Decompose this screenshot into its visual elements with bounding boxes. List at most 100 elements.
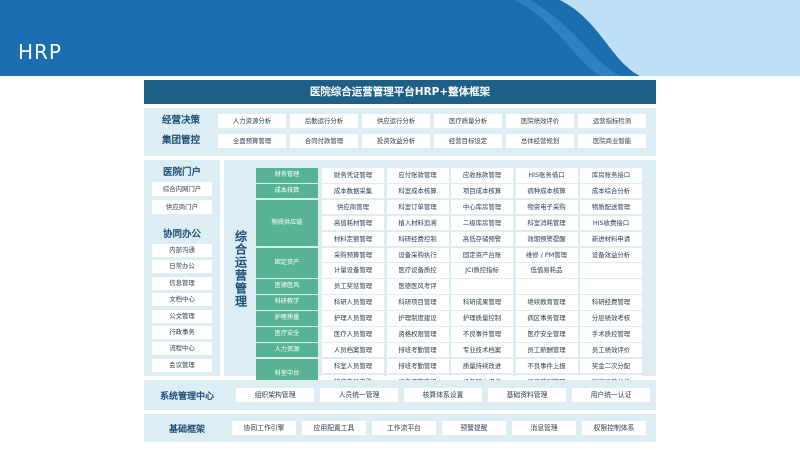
operations-item: 护理制度建设 bbox=[386, 311, 449, 326]
operations-item: 高值耗材管理 bbox=[322, 215, 384, 231]
base-item: 工作流平台 bbox=[372, 421, 436, 435]
office-item: 公文管理 bbox=[152, 309, 212, 323]
operations-item: 低值易耗品 bbox=[515, 263, 578, 278]
operations-item: 设备采购执行 bbox=[386, 247, 449, 262]
operations-item: 供应商管理 bbox=[322, 199, 384, 215]
operations-item: 计量设备管理 bbox=[322, 263, 384, 278]
operations-group-label: 护理质量 bbox=[256, 311, 318, 326]
operations-item: 财务凭证管理 bbox=[322, 168, 384, 183]
header-band: HRP bbox=[0, 0, 800, 76]
operations-item: 医疗设备质控 bbox=[386, 263, 449, 278]
operations-item: 病种成本核算 bbox=[515, 183, 578, 199]
operations-item: 护理质量控制 bbox=[451, 311, 513, 326]
operations-item: 科研项目管理 bbox=[386, 295, 449, 310]
operations-group-label: 固定资产 bbox=[256, 247, 318, 278]
operations-item: 物质配送管理 bbox=[580, 199, 642, 215]
top-row-item: 合同付款管理 bbox=[290, 134, 358, 148]
operations-item: 科室成本核算 bbox=[386, 183, 449, 199]
operations-item: 科研经费控制 bbox=[386, 231, 449, 247]
operations-group-label: 财务管理 bbox=[256, 168, 318, 183]
office-title: 协同办公 bbox=[162, 229, 201, 240]
operations-item: 库房账务接口 bbox=[580, 168, 642, 183]
operations-item: 二级库房管理 bbox=[451, 215, 513, 231]
system-item: 人员统一管理 bbox=[320, 388, 398, 402]
operations-group-label: 科研教学 bbox=[256, 295, 318, 310]
operations-item: 应付账款管理 bbox=[386, 168, 449, 183]
operations-item: 科室消耗管理 bbox=[515, 215, 578, 231]
base-item: 权限控制体系 bbox=[582, 421, 646, 435]
top-row-item: 医院绩效评价 bbox=[506, 114, 574, 128]
top-row-item: 经营目标设定 bbox=[434, 134, 502, 148]
operations-item: 设备效益分析 bbox=[580, 247, 642, 262]
operations-item: 植入材料追溯 bbox=[386, 215, 449, 231]
base-item: 预警提醒 bbox=[442, 421, 506, 435]
operations-item: 分层绩效考核 bbox=[580, 311, 642, 326]
top-row-item: 医院商业智能 bbox=[578, 134, 646, 148]
office-item: 内部沟通 bbox=[152, 244, 212, 257]
operations-group-label: 人力资源 bbox=[256, 342, 318, 358]
office-item: 会议管理 bbox=[152, 358, 212, 372]
top-row-item: 医疗质量分析 bbox=[434, 114, 502, 128]
operations-item: 固定资产台账 bbox=[451, 247, 513, 262]
operations-item: 员工绩效评价 bbox=[580, 342, 642, 358]
top-row-item: 总体经营规划 bbox=[506, 134, 574, 148]
top-row-item: 后勤运行分析 bbox=[290, 114, 358, 128]
top-row-item: 全面预算管理 bbox=[218, 134, 286, 148]
top-panel: 经营决策 人力资源分析 后勤运行分析 供应运行分析 医疗质量分析 医院绩效评价 运营指标检测… bbox=[144, 108, 656, 156]
top-row-item: 运营指标检测 bbox=[578, 114, 646, 128]
header-wave-graphic bbox=[0, 0, 800, 76]
operations-item: JCI质控指标 bbox=[451, 263, 513, 278]
office-item: 流程中心 bbox=[152, 342, 212, 356]
framework-title: 医院综合运营管理平台HRP+整体框架 bbox=[144, 80, 656, 104]
top-row-item: 投资效益分析 bbox=[362, 134, 430, 148]
system-item: 组织架构管理 bbox=[236, 388, 314, 402]
operations-item: 项目成本核算 bbox=[451, 183, 513, 199]
center-panel: 综合运营管理 财务管理 财务凭证管理 应付账款管理 应收账款管理 HIS账务借口 库房账务… bbox=[224, 160, 656, 390]
operations-item: 员工奖惩管理 bbox=[322, 279, 384, 294]
operations-item: 效期预警提醒 bbox=[515, 231, 578, 247]
operations-title-text: 综合运营管理 bbox=[233, 230, 248, 308]
office-item: 文档中心 bbox=[152, 293, 212, 307]
operations-item: 采购预算管理 bbox=[322, 247, 384, 262]
system-item: 核算体系设置 bbox=[404, 388, 482, 402]
operations-item: 成本数据采集 bbox=[322, 183, 384, 199]
top-row-label: 经营决策 bbox=[161, 115, 200, 126]
operations-group-label: 医德医风 bbox=[256, 279, 318, 294]
operations-item: 材料定额管理 bbox=[322, 231, 384, 247]
top-row-label: 集团管控 bbox=[161, 135, 200, 146]
operations-item: 科室人员管理 bbox=[322, 358, 384, 374]
operations-item: 科研人员管理 bbox=[322, 295, 384, 310]
operations-item: 成本综合分析 bbox=[580, 183, 642, 199]
portal-title: 医院门户 bbox=[162, 167, 201, 178]
operations-item: 病区事务管理 bbox=[515, 311, 578, 326]
operations-item: 维修 / PM管理 bbox=[515, 247, 578, 262]
operations-item: 科研成果管理 bbox=[451, 295, 513, 310]
operations-group-label: 成本核算 bbox=[256, 183, 318, 199]
operations-item: 医疗安全管理 bbox=[515, 327, 578, 342]
operations-item: 员工薪酬管理 bbox=[515, 342, 578, 358]
operations-item: 排班考勤管理 bbox=[386, 358, 449, 374]
operations-item: HIS收费接口 bbox=[580, 215, 642, 231]
operations-item: 资格权限管理 bbox=[386, 327, 449, 342]
operations-item: 质量持续改进 bbox=[451, 358, 513, 374]
operations-item: 高低存储预警 bbox=[451, 231, 513, 247]
base-label: 基础框架 bbox=[168, 425, 205, 435]
portal-item: 综合内网门户 bbox=[152, 182, 212, 196]
operations-group-label: 物质供应链 bbox=[256, 199, 318, 247]
top-row-item: 人力资源分析 bbox=[218, 114, 286, 128]
operations-item bbox=[451, 279, 513, 294]
operations-item: 科研经费管理 bbox=[580, 295, 642, 310]
operations-item: 专业技术档案 bbox=[451, 342, 513, 358]
system-item: 基础资料管理 bbox=[488, 388, 566, 402]
operations-item bbox=[515, 279, 578, 294]
operations-item: 继续教育管理 bbox=[515, 295, 578, 310]
top-row-item: 供应运行分析 bbox=[362, 114, 430, 128]
operations-item: 中心库房管理 bbox=[451, 199, 513, 215]
operations-item: 不良事件上报 bbox=[515, 358, 578, 374]
base-item: 协同工作引擎 bbox=[232, 421, 296, 435]
operations-item bbox=[580, 263, 642, 278]
operations-item: 排班考勤管理 bbox=[386, 342, 449, 358]
system-label: 系统管理中心 bbox=[159, 392, 214, 402]
operations-item: 奖金二次分配 bbox=[580, 358, 642, 374]
system-item: 用户统一认证 bbox=[572, 388, 650, 402]
